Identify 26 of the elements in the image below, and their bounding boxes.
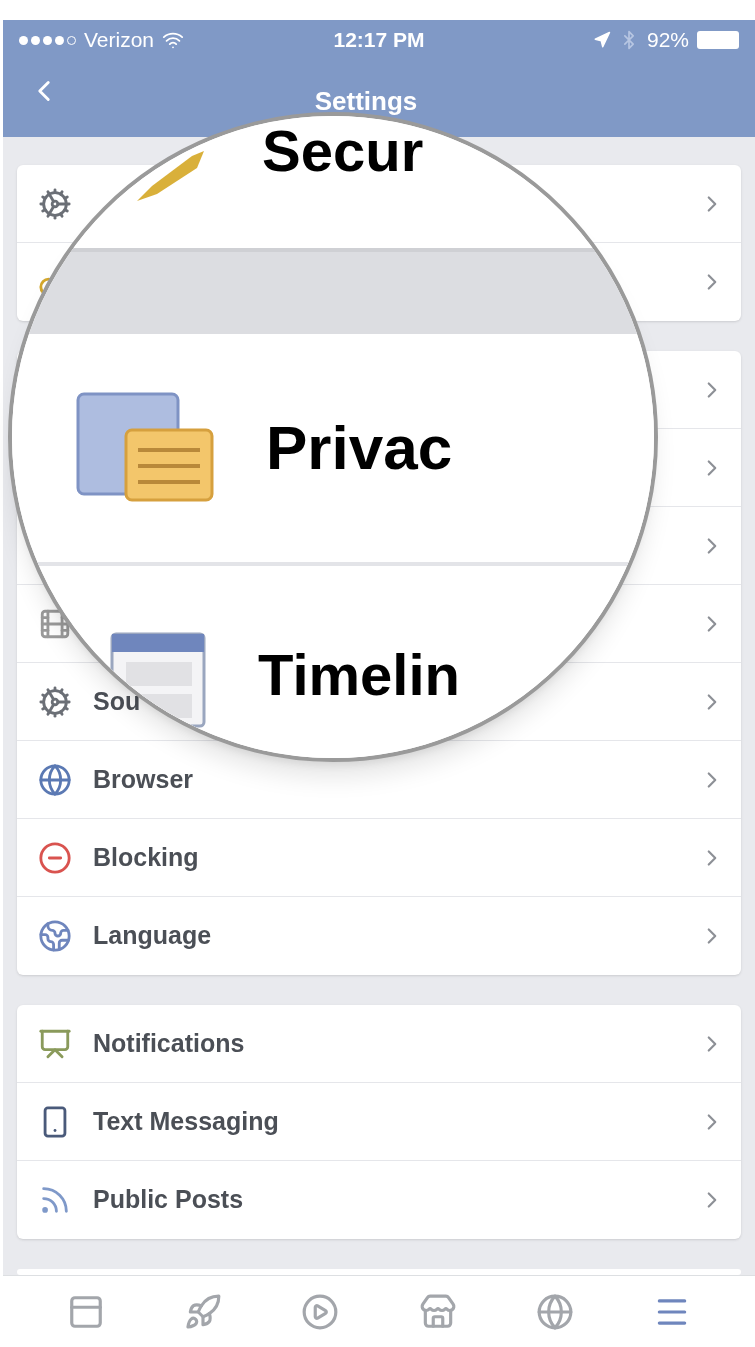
setting-label: Blocking: [93, 842, 199, 871]
clock-time: 12:17 PM: [333, 27, 425, 54]
store-icon[interactable]: [418, 1292, 457, 1331]
globe-icon: [38, 762, 72, 797]
setting-label: Public Posts: [93, 1185, 244, 1214]
play-icon[interactable]: [301, 1292, 340, 1331]
setting-label: Notifications: [93, 1028, 245, 1057]
setting-label: Text Messaging: [93, 1106, 279, 1135]
globe-icon[interactable]: [535, 1292, 574, 1331]
battery-icon: [697, 31, 739, 49]
security-heading: Secur: [262, 122, 424, 180]
setting-label: Language: [93, 921, 212, 950]
battery-percent: 92%: [647, 27, 689, 54]
blocked-icon: [38, 840, 72, 875]
gear-icon: [38, 186, 72, 221]
privacy-heading: Privac: [266, 417, 453, 479]
screen-title: Settings: [314, 85, 418, 118]
rocket-icon[interactable]: [184, 1292, 222, 1331]
location-arrow-icon: [593, 31, 611, 49]
setting-label: Browser: [93, 764, 194, 793]
privacy-icon: [76, 392, 216, 504]
timeline-heading: Timelin: [258, 646, 460, 704]
carrier-name: Verizon: [84, 27, 155, 54]
globe-icon: [38, 919, 72, 953]
gear-icon: [38, 684, 72, 719]
setting-label: Sou: [93, 686, 141, 715]
